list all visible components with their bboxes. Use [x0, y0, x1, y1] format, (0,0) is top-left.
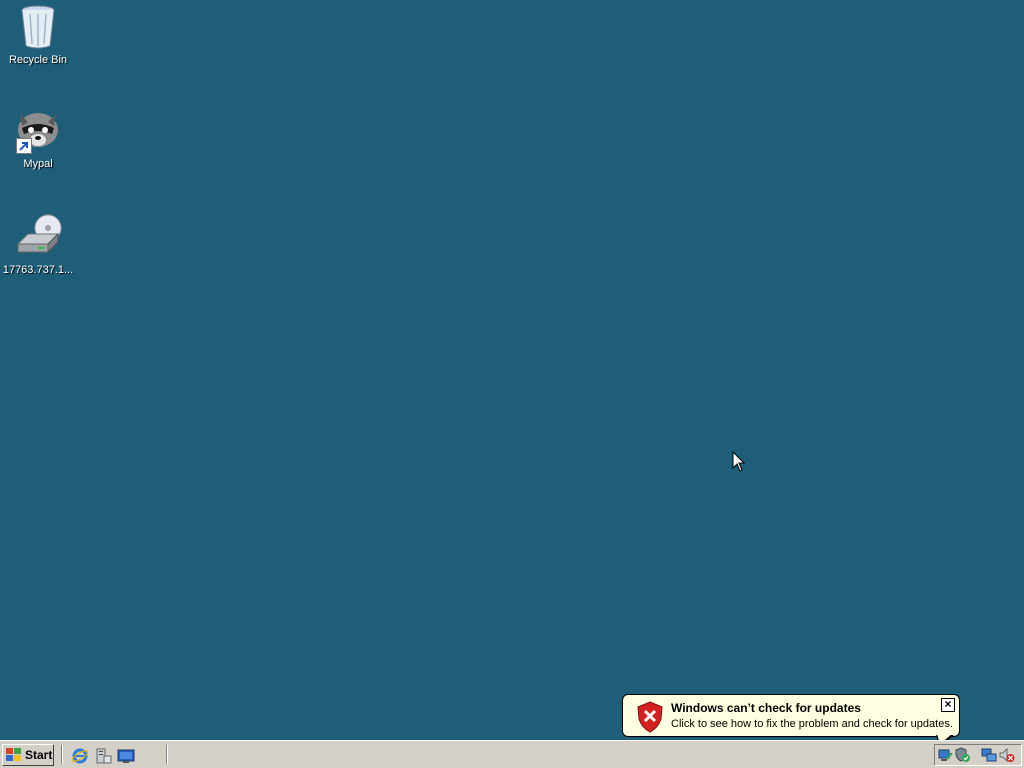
mypal-label: Mypal [23, 158, 53, 170]
taskbar: Start [0, 740, 1024, 768]
security-shield-error-icon [636, 701, 664, 733]
notification-title: Windows can’t check for updates [671, 701, 861, 715]
desktop[interactable]: Recycle Bin Mypal 17763.737.1... [0, 0, 1024, 740]
update-notification-balloon[interactable]: Windows can’t check for updates Click to… [622, 694, 960, 737]
close-icon[interactable]: × [941, 698, 955, 712]
network-connection-icon[interactable] [981, 747, 997, 763]
start-button[interactable]: Start [2, 744, 54, 766]
taskbar-separator [61, 745, 63, 764]
recycle-bin-label: Recycle Bin [8, 54, 68, 66]
volume-muted-icon[interactable] [999, 747, 1015, 763]
windows-flag-icon [6, 748, 22, 762]
shortcut-arrow-icon [16, 138, 32, 154]
notification-message: Click to see how to fix the problem and … [671, 718, 953, 730]
dvd-drive-label: 17763.737.1... [2, 264, 74, 276]
internet-explorer-icon[interactable] [71, 747, 89, 765]
recycle-bin-icon [14, 2, 62, 50]
show-desktop-icon[interactable] [117, 747, 135, 765]
taskbar-separator [166, 745, 168, 764]
server-manager-icon[interactable] [94, 747, 112, 765]
raccoon-icon [14, 106, 62, 154]
mypal-shortcut[interactable]: Mypal [0, 106, 76, 170]
security-shield-icon[interactable] [955, 747, 971, 763]
network-icon[interactable] [937, 747, 953, 763]
recycle-bin-shortcut[interactable]: Recycle Bin [0, 2, 76, 66]
start-label: Start [25, 748, 53, 762]
mouse-cursor-icon [732, 450, 746, 473]
dvd-drive-shortcut[interactable]: 17763.737.1... [0, 212, 76, 276]
system-tray [934, 744, 1022, 766]
dvd-drive-icon [14, 212, 62, 260]
